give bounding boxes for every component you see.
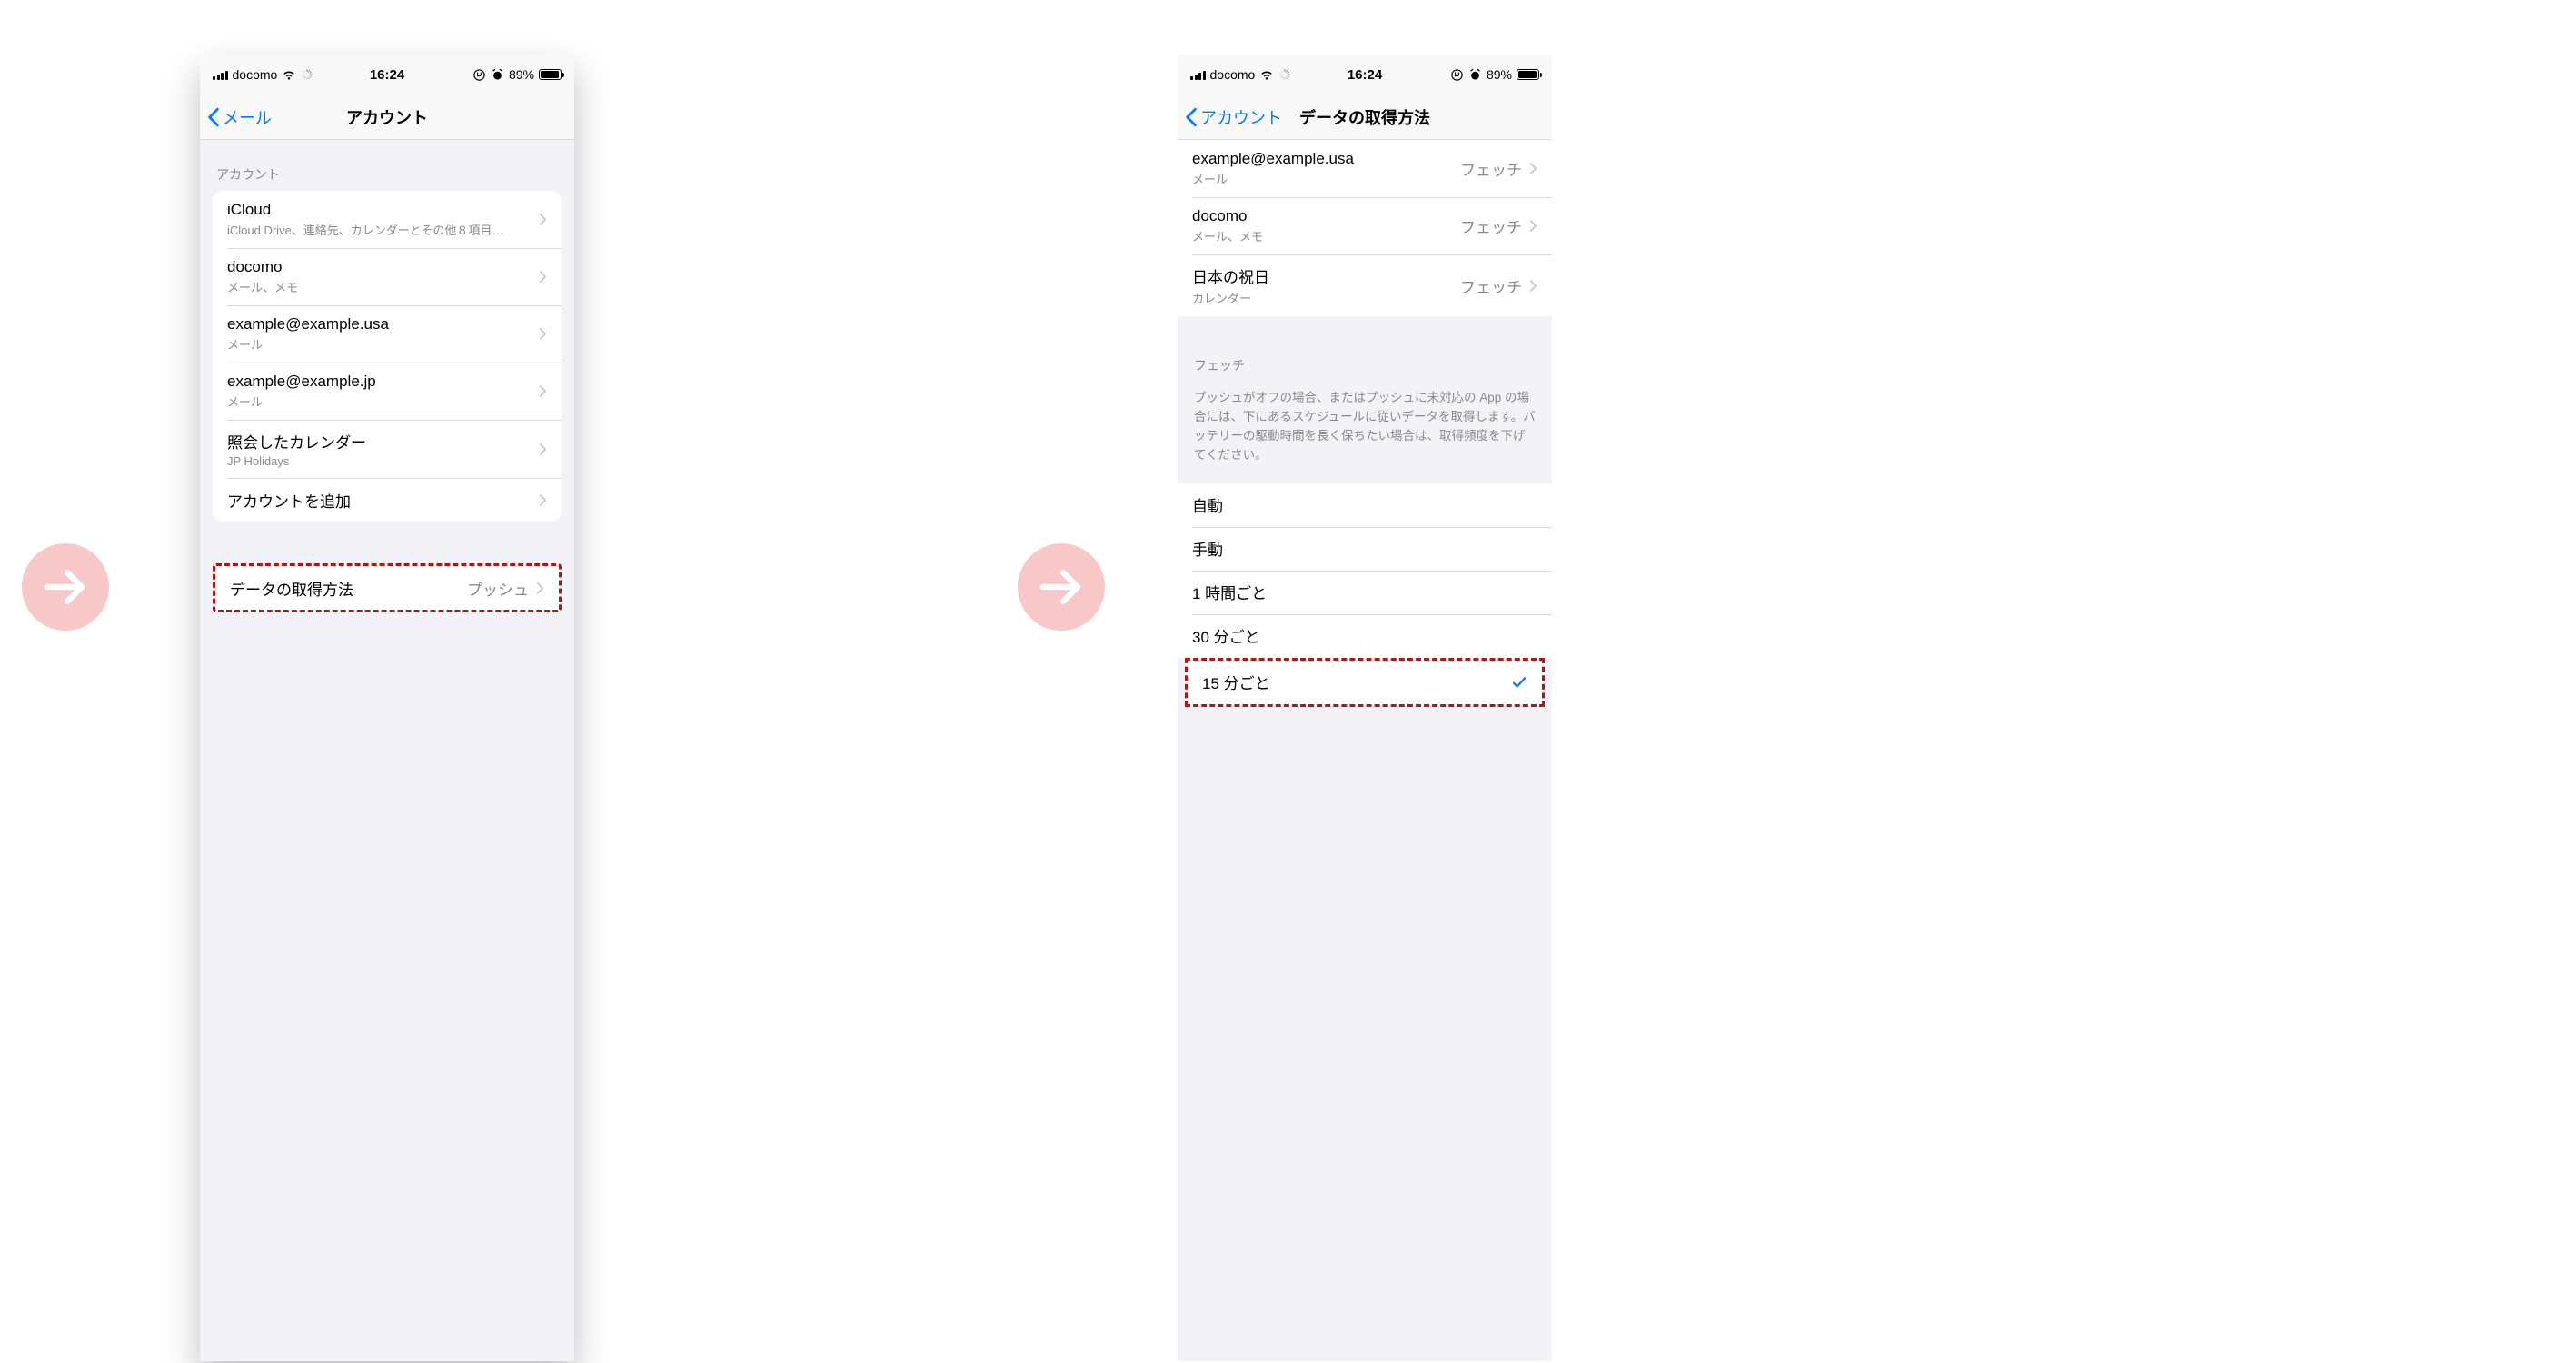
fetch-account-row[interactable]: docomo メール、メモ フェッチ [1178, 197, 1552, 254]
chevron-right-icon [539, 213, 547, 226]
section-header-fetch: フェッチ [1178, 316, 1552, 382]
schedule-label: 1 時間ごと [1192, 581, 1537, 603]
schedule-option-1hour[interactable]: 1 時間ごと [1178, 571, 1552, 614]
nav-bar: アカウント データの取得方法 [1178, 95, 1552, 140]
account-row-example-jp[interactable]: example@example.jp メール [213, 363, 562, 420]
arrow-indicator-1 [22, 543, 109, 631]
fetch-method-value: プッシュ [467, 577, 529, 600]
account-row-docomo[interactable]: docomo メール、メモ [213, 248, 562, 305]
fetch-schedule-list: 自動 手動 1 時間ごと 30 分ごと [1178, 483, 1552, 658]
page-title: データの取得方法 [1178, 105, 1552, 129]
schedule-option-manual[interactable]: 手動 [1178, 527, 1552, 571]
chevron-right-icon [536, 582, 544, 595]
nav-bar: メール アカウント [200, 95, 574, 140]
schedule-option-selected: 15 分ごと [1185, 658, 1545, 707]
account-fetch-value: フェッチ [1460, 157, 1522, 180]
chevron-right-icon [539, 270, 547, 284]
chevron-right-icon [1529, 162, 1537, 175]
account-fetch-value: フェッチ [1460, 214, 1522, 237]
fetch-method-group: データの取得方法 プッシュ [213, 563, 562, 612]
account-subtitle: iCloud Drive、連絡先、カレンダーとその他８項目… [227, 221, 539, 238]
fetch-account-row[interactable]: example@example.usa メール フェッチ [1178, 140, 1552, 197]
schedule-label: 自動 [1192, 493, 1537, 516]
page-title: アカウント [200, 105, 574, 129]
phone-screen-accounts: docomo 16:24 89% [200, 55, 574, 1361]
status-bar: docomo 16:24 89% [1178, 55, 1552, 95]
account-subtitle: メール [227, 393, 539, 410]
fetch-account-row[interactable]: 日本の祝日 カレンダー フェッチ [1178, 254, 1552, 316]
battery-icon [1517, 69, 1539, 80]
account-title: iCloud [227, 201, 539, 219]
chevron-right-icon [539, 384, 547, 398]
account-row-subscribed-calendar[interactable]: 照会したカレンダー JP Holidays [213, 420, 562, 478]
chevron-right-icon [1529, 219, 1537, 233]
schedule-label: 手動 [1192, 537, 1537, 560]
account-title: docomo [1192, 207, 1460, 225]
account-row-example-usa[interactable]: example@example.usa メール [213, 305, 562, 363]
schedule-label: 15 分ごと [1202, 671, 1511, 693]
fetch-method-title: データの取得方法 [230, 577, 467, 600]
chevron-right-icon [539, 327, 547, 341]
account-fetch-value: フェッチ [1460, 274, 1522, 297]
status-bar: docomo 16:24 89% [200, 55, 574, 95]
account-title: docomo [227, 258, 539, 276]
account-subtitle: JP Holidays [227, 454, 539, 468]
chevron-right-icon [539, 493, 547, 507]
schedule-option-30min[interactable]: 30 分ごと [1178, 614, 1552, 658]
section-description-fetch: プッシュがオフの場合、またはプッシュに未対応の App の場合には、下にあるスケ… [1178, 382, 1552, 474]
phone-screen-fetch: docomo 16:24 89% [1178, 55, 1552, 1361]
schedule-option-15min[interactable]: 15 分ごと [1188, 661, 1542, 704]
chevron-right-icon [1529, 279, 1537, 293]
account-subtitle: メール [1192, 170, 1460, 187]
add-account-label: アカウントを追加 [227, 489, 539, 512]
status-time: 16:24 [200, 67, 574, 83]
account-row-icloud[interactable]: iCloud iCloud Drive、連絡先、カレンダーとその他８項目… [213, 191, 562, 248]
schedule-label: 30 分ごと [1192, 624, 1537, 647]
fetch-accounts-list: example@example.usa メール フェッチ docomo メール、… [1178, 140, 1552, 316]
chevron-right-icon [539, 443, 547, 456]
account-title: 照会したカレンダー [227, 430, 539, 453]
account-subtitle: メール、メモ [227, 278, 539, 295]
status-time: 16:24 [1178, 67, 1552, 83]
battery-icon [539, 69, 562, 80]
arrow-indicator-2 [1018, 543, 1105, 631]
account-title: example@example.jp [227, 373, 539, 391]
section-header-accounts: アカウント [200, 140, 574, 191]
fetch-method-row[interactable]: データの取得方法 プッシュ [215, 566, 559, 610]
account-subtitle: メール、メモ [1192, 227, 1460, 244]
account-subtitle: メール [227, 335, 539, 353]
account-title: example@example.usa [1192, 150, 1460, 168]
add-account-row[interactable]: アカウントを追加 [213, 478, 562, 522]
checkmark-icon [1511, 674, 1527, 691]
accounts-list: iCloud iCloud Drive、連絡先、カレンダーとその他８項目… do… [213, 191, 562, 522]
account-title: 日本の祝日 [1192, 264, 1460, 287]
account-subtitle: カレンダー [1192, 289, 1460, 306]
schedule-option-auto[interactable]: 自動 [1178, 483, 1552, 527]
account-title: example@example.usa [227, 315, 539, 333]
